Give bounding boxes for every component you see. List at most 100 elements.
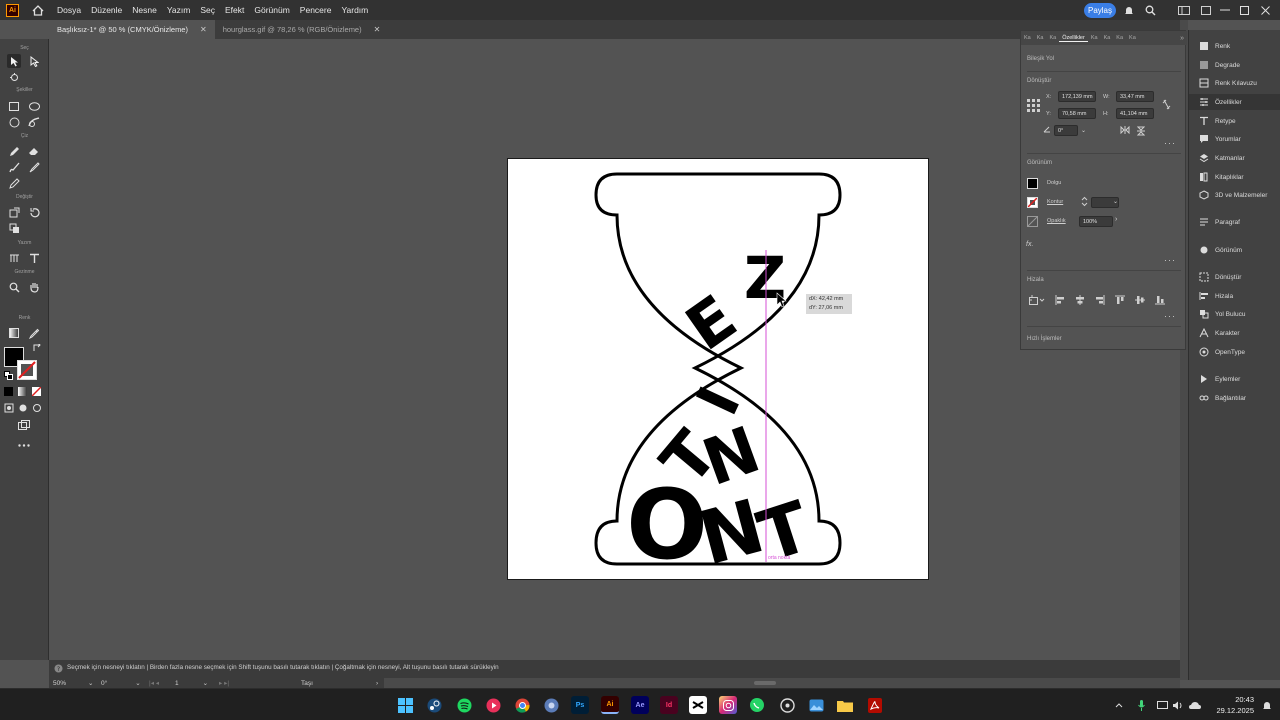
panel-item-libraries[interactable]: Kitaplıklar <box>1189 169 1280 185</box>
constrain-proportions-icon[interactable] <box>1162 99 1171 112</box>
eyedropper-tool-icon[interactable] <box>27 326 41 340</box>
whatsapp-icon[interactable] <box>748 696 766 714</box>
panel-item-opentype[interactable]: OpenType <box>1189 344 1280 360</box>
scroll-thumb[interactable] <box>754 681 776 685</box>
align-horizontal-center-icon[interactable] <box>1075 295 1085 307</box>
align-left-icon[interactable] <box>1055 295 1065 307</box>
window-close-icon[interactable] <box>1258 3 1272 17</box>
photos-icon[interactable] <box>807 696 825 714</box>
show-hidden-icons-icon[interactable] <box>1113 696 1125 714</box>
polygon-tool-icon[interactable] <box>7 115 21 129</box>
menu-file[interactable]: Dosya <box>57 5 81 15</box>
fill-color-swatch[interactable] <box>1027 178 1038 189</box>
panel-tab[interactable]: Ka <box>1021 35 1034 41</box>
transform-more-icon[interactable]: ··· <box>1164 138 1176 148</box>
eraser-tool-icon[interactable] <box>27 144 41 158</box>
panel-item-properties[interactable]: Özellikler <box>1189 94 1280 110</box>
obs-icon[interactable] <box>542 696 560 714</box>
menu-edit[interactable]: Düzenle <box>91 5 122 15</box>
minimize-icon[interactable] <box>1199 3 1213 17</box>
y-field[interactable]: 70,58 mm <box>1058 108 1096 119</box>
close-tab-icon[interactable]: ✕ <box>374 25 381 34</box>
panel-tab[interactable]: Ka <box>1046 35 1059 41</box>
align-bottom-icon[interactable] <box>1155 295 1165 307</box>
opacity-label[interactable]: Opaklık <box>1047 218 1066 224</box>
stroke-color-swatch[interactable] <box>1027 197 1038 208</box>
search-icon[interactable] <box>1143 3 1157 17</box>
free-transform-tool-icon[interactable] <box>7 221 21 235</box>
color-mode-icon[interactable] <box>3 386 14 397</box>
panel-item-actions[interactable]: Eylemler <box>1189 371 1280 387</box>
panel-item-character[interactable]: Karakter <box>1189 325 1280 341</box>
pencil-tool-icon[interactable] <box>7 176 21 190</box>
panel-tab[interactable]: Ka <box>1101 35 1114 41</box>
windows-start-icon[interactable] <box>396 696 414 714</box>
panel-tab[interactable]: Ka <box>1088 35 1101 41</box>
indesign-icon[interactable]: Id <box>660 696 678 714</box>
chrome-icon[interactable] <box>513 696 531 714</box>
flip-horizontal-icon[interactable] <box>1120 125 1130 136</box>
panel-tab[interactable]: Ka <box>1034 35 1047 41</box>
panel-item-paragraph[interactable]: Paragraf <box>1189 214 1280 230</box>
panel-item-pathfinder[interactable]: Yol Bulucu <box>1189 306 1280 322</box>
stroke-swatch[interactable] <box>17 360 37 380</box>
horizontal-scrollbar[interactable] <box>384 678 1180 688</box>
bell-icon[interactable] <box>1122 3 1136 17</box>
align-right-icon[interactable] <box>1095 295 1105 307</box>
opacity-field[interactable]: 100% <box>1079 216 1113 227</box>
blob-brush-tool-icon[interactable] <box>27 160 41 174</box>
menu-view[interactable]: Görünüm <box>254 5 289 15</box>
acrobat-icon[interactable] <box>866 696 884 714</box>
more-tools-icon[interactable] <box>17 438 31 452</box>
menu-window[interactable]: Pencere <box>300 5 332 15</box>
draw-inside-icon[interactable] <box>31 402 42 413</box>
screen-mode-icon[interactable] <box>17 418 31 432</box>
swap-colors-icon[interactable] <box>33 344 41 352</box>
display-icon[interactable] <box>1155 696 1169 714</box>
panel-item-align[interactable]: Hizala <box>1189 288 1280 304</box>
selection-tool-icon[interactable] <box>7 54 21 68</box>
graph-tool-icon[interactable] <box>7 251 21 265</box>
home-icon[interactable] <box>31 3 45 17</box>
panel-item-layers[interactable]: Katmanlar <box>1189 150 1280 166</box>
panel-item-color[interactable]: Renk <box>1189 38 1280 54</box>
workspace-icon[interactable] <box>1177 3 1191 17</box>
rectangle-tool-icon[interactable] <box>7 99 21 113</box>
direct-selection-tool-icon[interactable] <box>27 54 41 68</box>
menu-type[interactable]: Yazım <box>167 5 190 15</box>
zoom-field[interactable]: 50% ⌄ <box>53 678 93 688</box>
panel-item-comments[interactable]: Yorumlar <box>1189 131 1280 147</box>
status-arrow-icon[interactable]: › <box>376 678 378 688</box>
zoom-dropdown-icon[interactable]: ⌄ <box>88 679 93 687</box>
h-field[interactable]: 41,104 mm <box>1116 108 1154 119</box>
align-more-icon[interactable]: ··· <box>1164 311 1176 321</box>
illustrator-icon[interactable]: Ai <box>601 696 619 714</box>
onedrive-icon[interactable] <box>1188 696 1202 714</box>
rotate-tool-icon[interactable] <box>27 205 41 219</box>
spotify-icon[interactable] <box>455 696 473 714</box>
microphone-icon[interactable] <box>1135 696 1147 714</box>
align-vertical-center-icon[interactable] <box>1135 295 1145 307</box>
menu-object[interactable]: Nesne <box>132 5 157 15</box>
menu-select[interactable]: Seç <box>200 5 215 15</box>
draw-normal-icon[interactable] <box>3 402 14 413</box>
draw-behind-icon[interactable] <box>17 402 28 413</box>
capcut-icon[interactable] <box>689 696 707 714</box>
panel-item-retype[interactable]: Retype <box>1189 113 1280 129</box>
window-minimize-icon[interactable] <box>1218 3 1232 17</box>
appearance-more-icon[interactable]: ··· <box>1164 255 1176 265</box>
panel-item-gradient[interactable]: Degrade <box>1189 57 1280 73</box>
panel-tab[interactable]: Ka <box>1113 35 1126 41</box>
reference-point-icon[interactable] <box>1027 99 1040 114</box>
panel-tab[interactable]: Ka <box>1126 35 1139 41</box>
tab-document-1[interactable]: Başlıksız-1* @ 50 % (CMYK/Önizleme) ✕ <box>49 20 215 39</box>
pen-tool-icon[interactable] <box>7 144 21 158</box>
stroke-label[interactable]: Kontur <box>1047 199 1063 205</box>
menu-effect[interactable]: Efekt <box>225 5 244 15</box>
close-tab-icon[interactable]: ✕ <box>200 25 207 34</box>
scale-tool-icon[interactable] <box>7 205 21 219</box>
flip-vertical-icon[interactable] <box>1136 126 1146 138</box>
photoshop-icon[interactable]: Ps <box>571 696 589 714</box>
panel-item-appearance[interactable]: Görünüm <box>1189 242 1280 258</box>
notifications-icon[interactable] <box>1260 696 1274 714</box>
